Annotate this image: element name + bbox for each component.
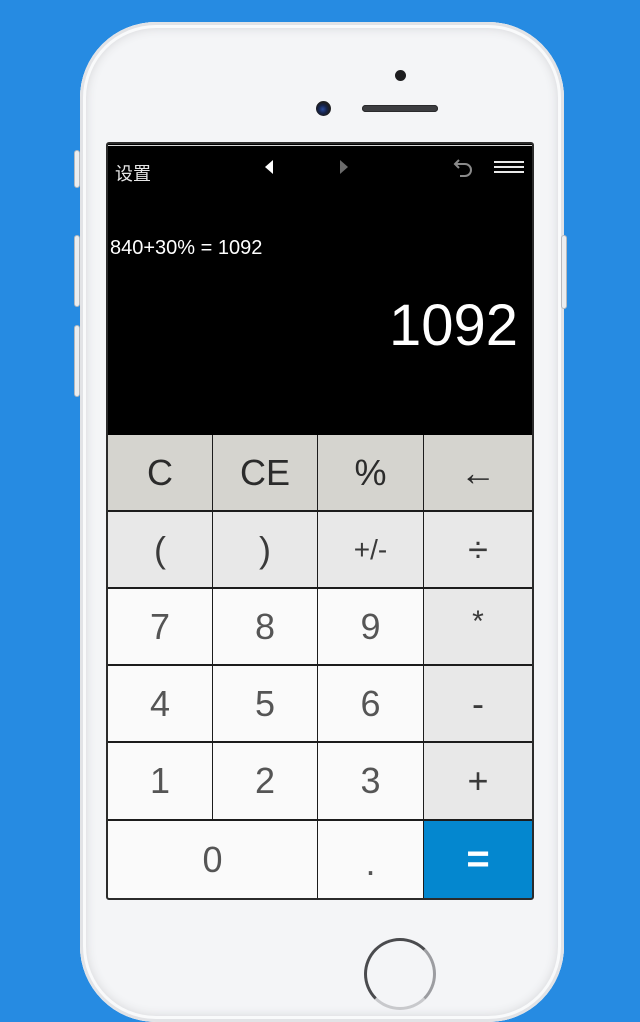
key-digit-3[interactable]: 3: [318, 743, 424, 821]
home-button[interactable]: [364, 938, 436, 1010]
key-close-paren[interactable]: ): [213, 512, 318, 589]
power-button[interactable]: [561, 235, 567, 309]
key-digit-9[interactable]: 9: [318, 589, 424, 666]
key-divide[interactable]: ÷: [424, 512, 532, 589]
key-digit-8[interactable]: 8: [213, 589, 318, 666]
key-add[interactable]: +: [424, 743, 532, 821]
triangle-left-icon[interactable]: [265, 160, 273, 174]
expression-history: 840+30% = 1092: [110, 237, 263, 259]
key-open-paren[interactable]: (: [108, 512, 213, 589]
key-digit-7[interactable]: 7: [108, 589, 213, 666]
triangle-right-icon[interactable]: [340, 160, 348, 174]
key-backspace[interactable]: ←: [424, 435, 532, 512]
volume-down-button[interactable]: [74, 325, 80, 397]
mute-switch[interactable]: [74, 150, 80, 188]
key-digit-5[interactable]: 5: [213, 666, 318, 743]
key-digit-1[interactable]: 1: [108, 743, 213, 821]
key-clear[interactable]: C: [108, 435, 213, 512]
key-digit-0[interactable]: 0: [108, 821, 318, 898]
key-multiply[interactable]: *: [424, 589, 532, 666]
key-percent[interactable]: %: [318, 435, 424, 512]
proximity-sensor: [395, 70, 406, 81]
key-decimal[interactable]: .: [318, 821, 424, 898]
key-digit-2[interactable]: 2: [213, 743, 318, 821]
undo-icon[interactable]: [451, 158, 475, 180]
calculator-screen: 设置 840+30% = 1092 1092 C CE% ← () +/- ÷ 7 8 9 * 4 5…: [106, 142, 534, 900]
key-digit-4[interactable]: 4: [108, 666, 213, 743]
key-toggle-sign[interactable]: +/-: [318, 512, 424, 589]
settings-button[interactable]: 设置: [115, 160, 151, 186]
keypad: C CE% ← () +/- ÷ 7 8 9 * 4 5 6- 1 2 3 +0. =: [108, 435, 532, 898]
key-equals[interactable]: =: [424, 821, 532, 898]
earpiece-speaker: [362, 105, 438, 112]
key-digit-6[interactable]: 6: [318, 666, 424, 743]
front-camera: [316, 101, 331, 116]
menu-icon[interactable]: [494, 161, 524, 173]
key-clear-entry[interactable]: CE: [213, 435, 318, 512]
result-display: 1092: [388, 293, 518, 358]
key-subtract[interactable]: -: [424, 666, 532, 743]
top-bar: 设置: [108, 144, 532, 194]
volume-up-button[interactable]: [74, 235, 80, 307]
